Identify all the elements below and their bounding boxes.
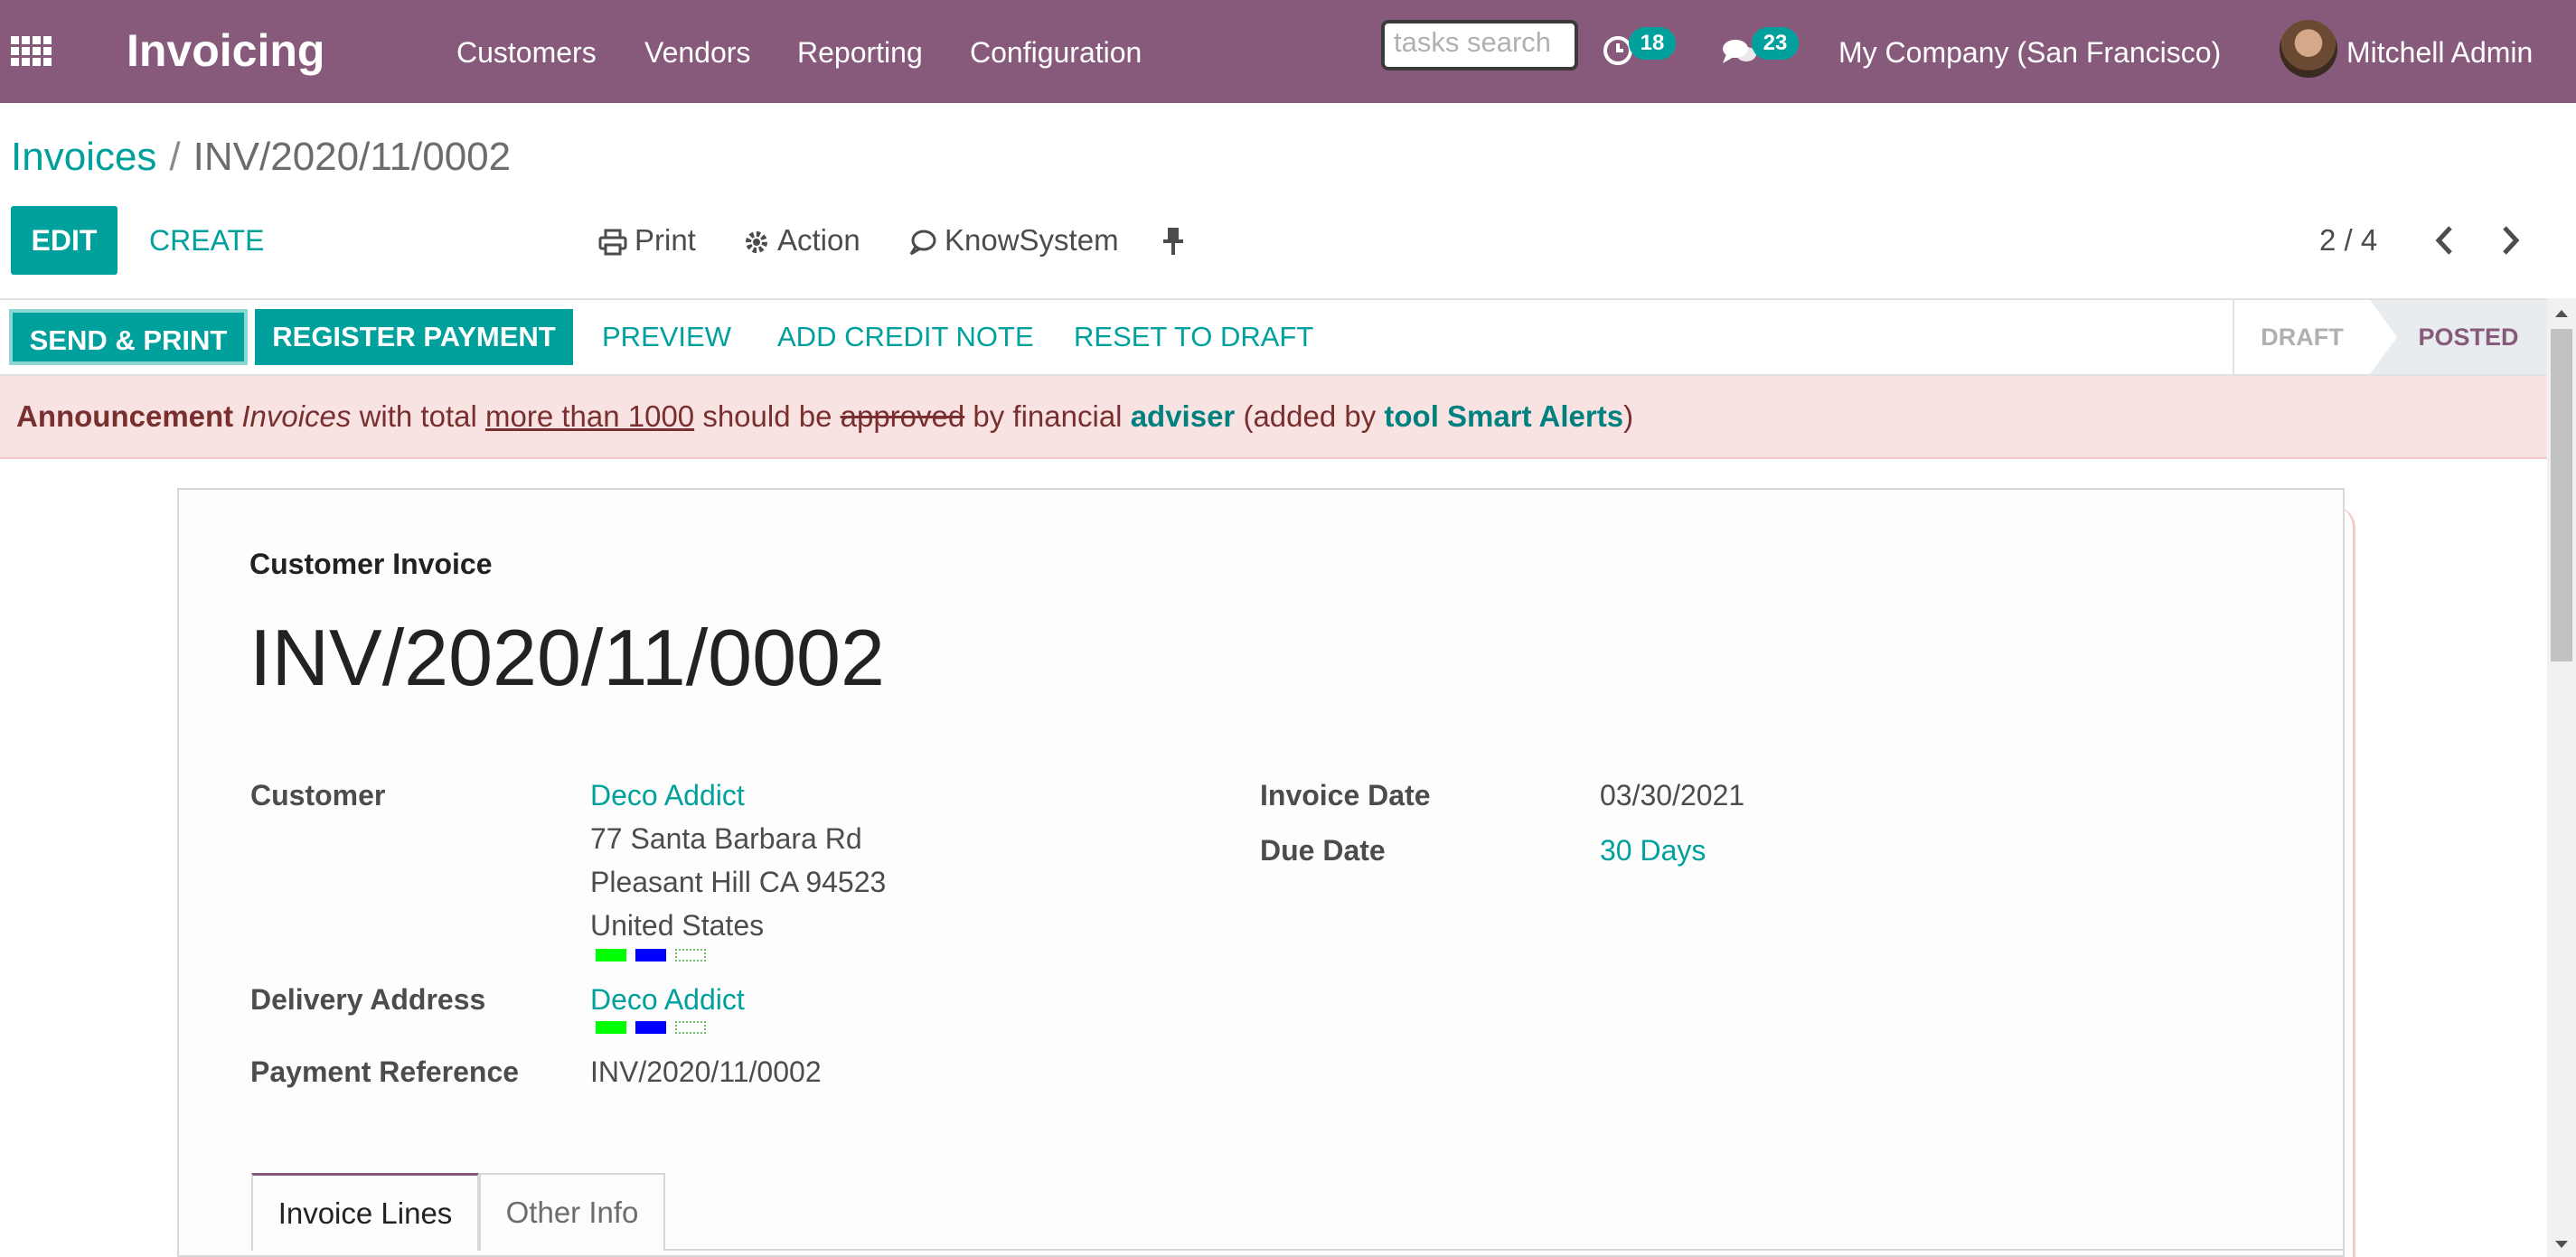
customer-label: Customer xyxy=(250,779,386,811)
menu-reporting[interactable]: Reporting xyxy=(797,33,923,72)
menu-customers[interactable]: Customers xyxy=(456,33,597,72)
customer-address-line2: Pleasant Hill CA 94523 xyxy=(590,866,887,898)
pin-icon[interactable] xyxy=(1161,226,1186,257)
due-date-value: 30 Days xyxy=(1600,834,1706,867)
stage-posted[interactable]: POSTED xyxy=(2370,300,2549,374)
announcement-approved: approved xyxy=(840,399,965,433)
breadcrumb-current: INV/2020/11/0002 xyxy=(193,135,512,179)
reset-to-draft-button[interactable]: RESET TO DRAFT xyxy=(1074,309,1313,365)
create-button[interactable]: CREATE xyxy=(149,206,264,275)
document-type-label: Customer Invoice xyxy=(249,548,493,580)
tag-green xyxy=(596,949,626,962)
preview-button[interactable]: PREVIEW xyxy=(602,309,731,365)
knowsystem-menu[interactable]: KnowSystem xyxy=(908,206,1119,275)
register-payment-button[interactable]: REGISTER PAYMENT xyxy=(255,309,573,365)
chevron-left-icon[interactable] xyxy=(2428,222,2464,258)
delivery-address-link[interactable]: Deco Addict xyxy=(590,981,745,1018)
due-date-label: Due Date xyxy=(1260,834,1386,867)
send-print-button[interactable]: SEND & PRINT xyxy=(9,309,248,365)
action-label: Action xyxy=(777,223,860,257)
delivery-address-label: Delivery Address xyxy=(250,983,486,1016)
company-switcher[interactable]: My Company (San Francisco) xyxy=(1838,33,2221,72)
tag-blue xyxy=(635,1021,666,1034)
announcement-adviser: adviser xyxy=(1130,399,1236,433)
announcement-text: with total xyxy=(359,399,477,433)
customer-address-line3: United States xyxy=(590,909,765,942)
announcement-tool: tool Smart Alerts xyxy=(1384,399,1624,433)
tag-green xyxy=(596,1021,626,1034)
apps-grid-icon[interactable] xyxy=(11,36,52,69)
scroll-up-arrow-icon[interactable] xyxy=(2547,304,2576,324)
menu-vendors[interactable]: Vendors xyxy=(644,33,750,72)
scroll-down-arrow-icon[interactable] xyxy=(2547,1234,2576,1254)
tag-white xyxy=(675,949,706,962)
announcement-text: by financial xyxy=(973,399,1123,433)
knowsystem-label: KnowSystem xyxy=(945,223,1119,257)
top-navbar: Invoicing Customers Vendors Reporting Co… xyxy=(0,0,2576,103)
customer-link[interactable]: Deco Addict xyxy=(590,777,745,813)
printer-icon xyxy=(598,229,627,256)
announcement-invoices: Invoices xyxy=(241,399,352,433)
edit-button[interactable]: EDIT xyxy=(11,206,118,275)
invoice-sheet xyxy=(177,488,2345,1257)
form-statusbar: SEND & PRINT REGISTER PAYMENT PREVIEW AD… xyxy=(0,298,2549,376)
scrollbar-thumb[interactable] xyxy=(2551,329,2572,661)
delivery-tags xyxy=(596,1021,706,1034)
announcement-text: should be xyxy=(702,399,832,433)
print-label: Print xyxy=(635,223,696,257)
invoice-number-title: INV/2020/11/0002 xyxy=(249,613,885,702)
invoice-date-value: 03/30/2021 xyxy=(1600,779,1745,811)
stage-pipeline: DRAFT POSTED xyxy=(2233,300,2549,374)
stage-draft[interactable]: DRAFT xyxy=(2234,300,2370,374)
payment-reference-value: INV/2020/11/0002 xyxy=(590,1055,822,1088)
customer-address-line1: 77 Santa Barbara Rd xyxy=(590,822,862,855)
tasks-search-input[interactable]: tasks search xyxy=(1381,20,1578,70)
print-menu[interactable]: Print xyxy=(598,206,696,275)
message-count-badge: 23 xyxy=(1752,27,1799,60)
tag-blue xyxy=(635,949,666,962)
app-title[interactable]: Invoicing xyxy=(127,23,324,78)
breadcrumb: Invoices / INV/2020/11/0002 xyxy=(11,132,511,183)
invoice-date-label: Invoice Date xyxy=(1260,779,1431,811)
breadcrumb-invoices-link[interactable]: Invoices xyxy=(11,135,156,179)
announcement-threshold: more than 1000 xyxy=(484,399,695,433)
pager-value[interactable]: 2 / 4 xyxy=(2319,206,2377,275)
tab-invoice-lines[interactable]: Invoice Lines xyxy=(251,1173,479,1251)
menu-configuration[interactable]: Configuration xyxy=(970,33,1142,72)
action-menu[interactable]: Action xyxy=(743,206,860,275)
payment-reference-label: Payment Reference xyxy=(250,1055,520,1088)
comment-icon xyxy=(909,230,936,256)
chevron-right-icon[interactable] xyxy=(2491,222,2527,258)
user-menu[interactable]: Mitchell Admin xyxy=(2346,33,2533,72)
activity-count-badge: 18 xyxy=(1629,27,1676,60)
avatar[interactable] xyxy=(2280,20,2337,78)
breadcrumb-separator: / xyxy=(169,135,181,179)
announcement-text: (added by xyxy=(1243,399,1377,433)
tab-other-info[interactable]: Other Info xyxy=(479,1173,665,1251)
gear-icon xyxy=(746,231,767,254)
announcement-title: Announcement xyxy=(16,399,234,433)
tag-white xyxy=(675,1021,706,1034)
announcement-text: ) xyxy=(1623,399,1634,433)
customer-tags xyxy=(596,949,706,962)
add-credit-note-button[interactable]: ADD CREDIT NOTE xyxy=(777,309,1034,365)
announcement-banner: Announcement Invoices with total more th… xyxy=(0,376,2547,459)
